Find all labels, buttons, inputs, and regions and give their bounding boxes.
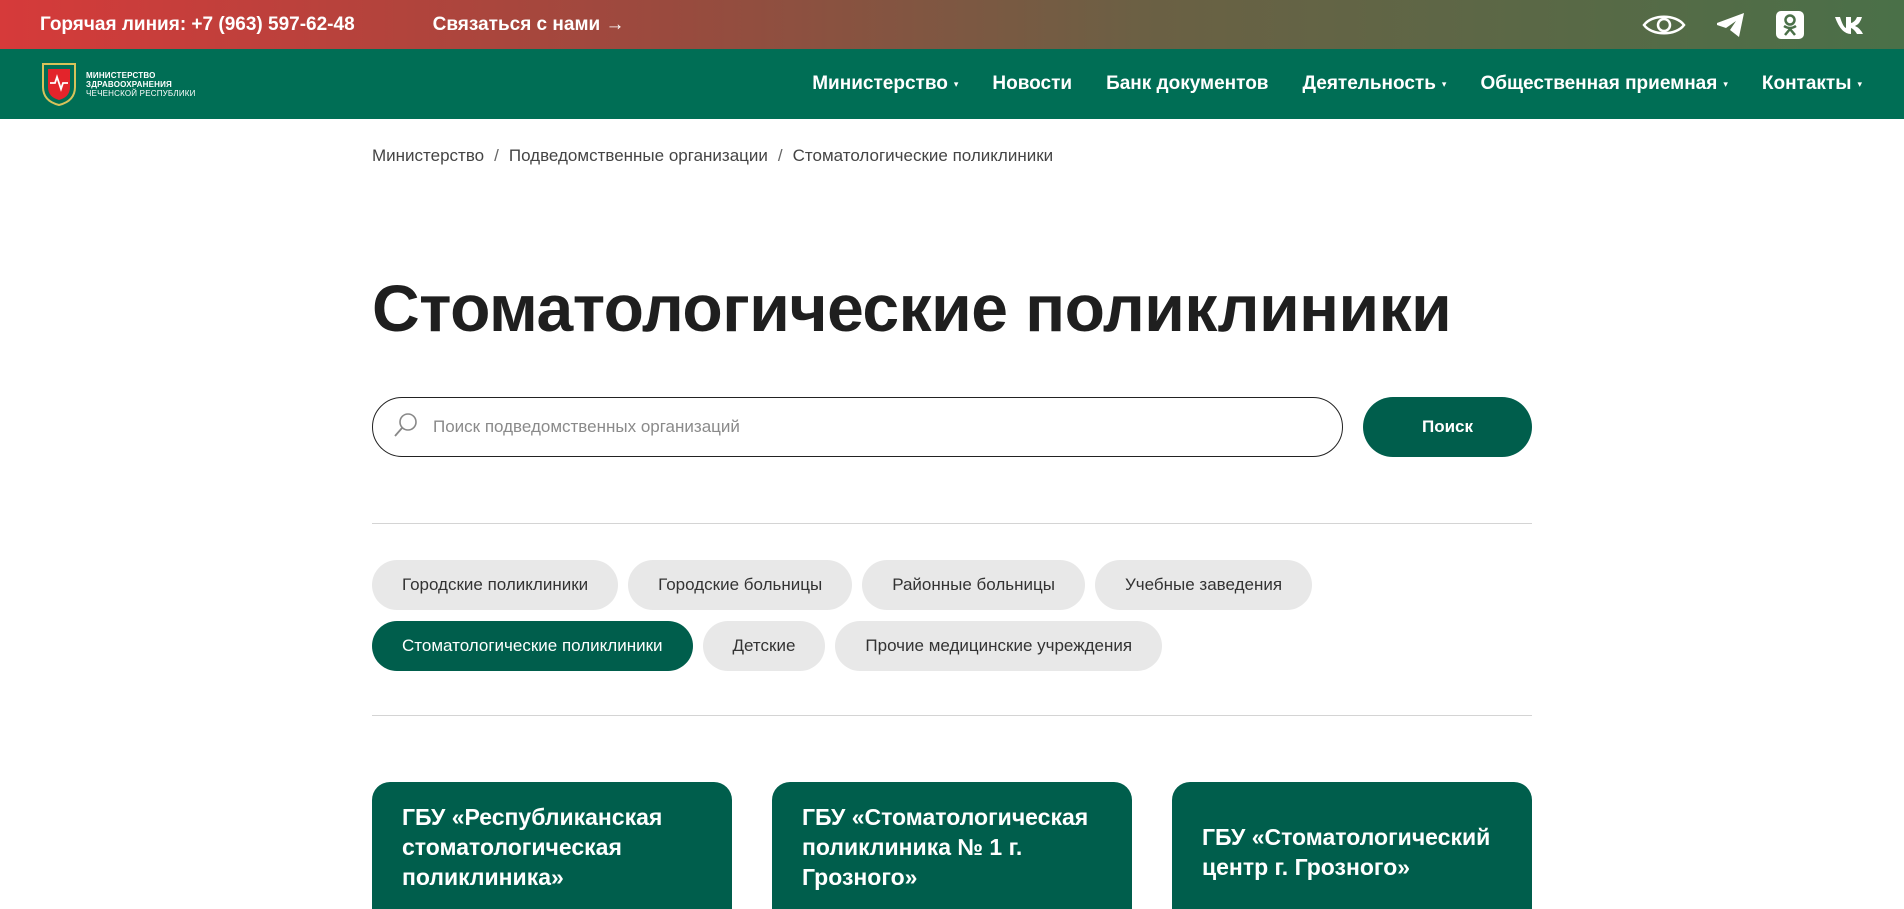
card-title: ГБУ «Республиканская стоматологическая п… (402, 804, 663, 890)
caret-down-icon: ▾ (1857, 78, 1862, 89)
logo-line-3: ЧЕЧЕНСКОЙ РЕСПУБЛИКИ (86, 88, 196, 98)
logo-line-1: МИНИСТЕРСТВО (86, 70, 156, 80)
nav-item-documents[interactable]: Банк документов (1106, 73, 1268, 95)
breadcrumb-item[interactable]: Министерство (372, 146, 484, 166)
filter-chip-city-hospitals[interactable]: Городские больницы (628, 560, 853, 610)
filter-chip-children[interactable]: Детские (702, 621, 826, 671)
card-title: ГБУ «Стоматологическая поликлиника № 1 г… (802, 804, 1089, 890)
nav-item-contacts[interactable]: Контакты ▾ (1762, 73, 1862, 95)
eye-icon[interactable] (1642, 12, 1686, 38)
odnoklassniki-icon[interactable] (1776, 10, 1804, 39)
filter-chip-district-hospitals[interactable]: Районные больницы (862, 560, 1085, 610)
breadcrumb: Министерство / Подведомственные организа… (372, 146, 1053, 166)
breadcrumb-item[interactable]: Подведомственные организации (509, 146, 768, 166)
social-icons (1642, 0, 1864, 49)
nav-item-label: Общественная приемная (1480, 73, 1718, 94)
caret-down-icon: ▾ (953, 78, 959, 89)
filter-row: Стоматологические поликлиники Детские Пр… (372, 621, 1532, 671)
nav-item-label: Министерство (812, 73, 948, 94)
category-filters: Городские поликлиники Городские больницы… (372, 560, 1532, 682)
breadcrumb-separator: / (777, 146, 783, 165)
search-icon (393, 412, 419, 443)
logo-text: МИНИСТЕРСТВО ЗДРАВООХРАНЕНИЯ ЧЕЧЕНСКОЙ Р… (86, 71, 196, 98)
search-input[interactable] (433, 417, 1313, 437)
organization-card[interactable]: ГБУ «Стоматологическая поликлиника № 1 г… (772, 782, 1132, 909)
filter-row: Городские поликлиники Городские больницы… (372, 560, 1532, 610)
page-title: Стоматологические поликлиники (372, 271, 1452, 345)
caret-down-icon: ▾ (1441, 78, 1447, 89)
filter-chip-educational[interactable]: Учебные заведения (1094, 560, 1313, 610)
nav-item-news[interactable]: Новости (992, 73, 1072, 95)
ministry-logo[interactable]: МИНИСТЕРСТВО ЗДРАВООХРАНЕНИЯ ЧЕЧЕНСКОЙ Р… (40, 61, 196, 107)
main-navbar: МИНИСТЕРСТВО ЗДРАВООХРАНЕНИЯ ЧЕЧЕНСКОЙ Р… (0, 49, 1904, 119)
nav-item-label: Новости (992, 73, 1073, 94)
filter-chip-other[interactable]: Прочие медицинские учреждения (835, 621, 1163, 671)
nav-item-label: Контакты (1761, 73, 1852, 94)
nav-item-reception[interactable]: Общественная приемная ▾ (1480, 73, 1727, 95)
hotline-text[interactable]: Горячая линия: +7 (963) 597-62-48 (40, 14, 355, 36)
organization-cards: ГБУ «Республиканская стоматологическая п… (372, 782, 1532, 909)
telegram-icon[interactable] (1716, 12, 1746, 38)
organization-card[interactable]: ГБУ «Республиканская стоматологическая п… (372, 782, 732, 909)
top-bar: Горячая линия: +7 (963) 597-62-48 Связат… (0, 0, 1904, 49)
nav-item-label: Деятельность (1302, 73, 1436, 94)
search-box (372, 397, 1343, 457)
contact-us-link[interactable]: Связаться с нами → (433, 14, 625, 36)
logo-line-2: ЗДРАВООХРАНЕНИЯ (86, 79, 172, 89)
card-title: ГБУ «Стоматологический центр г. Грозного… (1202, 824, 1491, 880)
nav-item-activity[interactable]: Деятельность ▾ (1302, 73, 1446, 95)
nav-menu: Министерство ▾ Новости Банк документов Д… (812, 49, 1862, 119)
search-button[interactable]: Поиск (1363, 397, 1532, 457)
filter-chip-dental-active[interactable]: Стоматологические поликлиники (372, 621, 693, 671)
divider (372, 523, 1532, 524)
organization-card[interactable]: ГБУ «Стоматологический центр г. Грозного… (1172, 782, 1532, 909)
caret-down-icon: ▾ (1723, 78, 1728, 89)
vk-icon[interactable] (1834, 15, 1864, 35)
nav-item-ministry[interactable]: Министерство ▾ (812, 73, 958, 95)
nav-item-label: Банк документов (1106, 73, 1269, 94)
breadcrumb-item-current: Стоматологические поликлиники (792, 146, 1054, 165)
filter-chip-city-polyclinics[interactable]: Городские поликлиники (372, 560, 619, 610)
breadcrumb-separator: / (494, 146, 499, 165)
crest-icon (42, 63, 76, 107)
divider (372, 715, 1532, 716)
